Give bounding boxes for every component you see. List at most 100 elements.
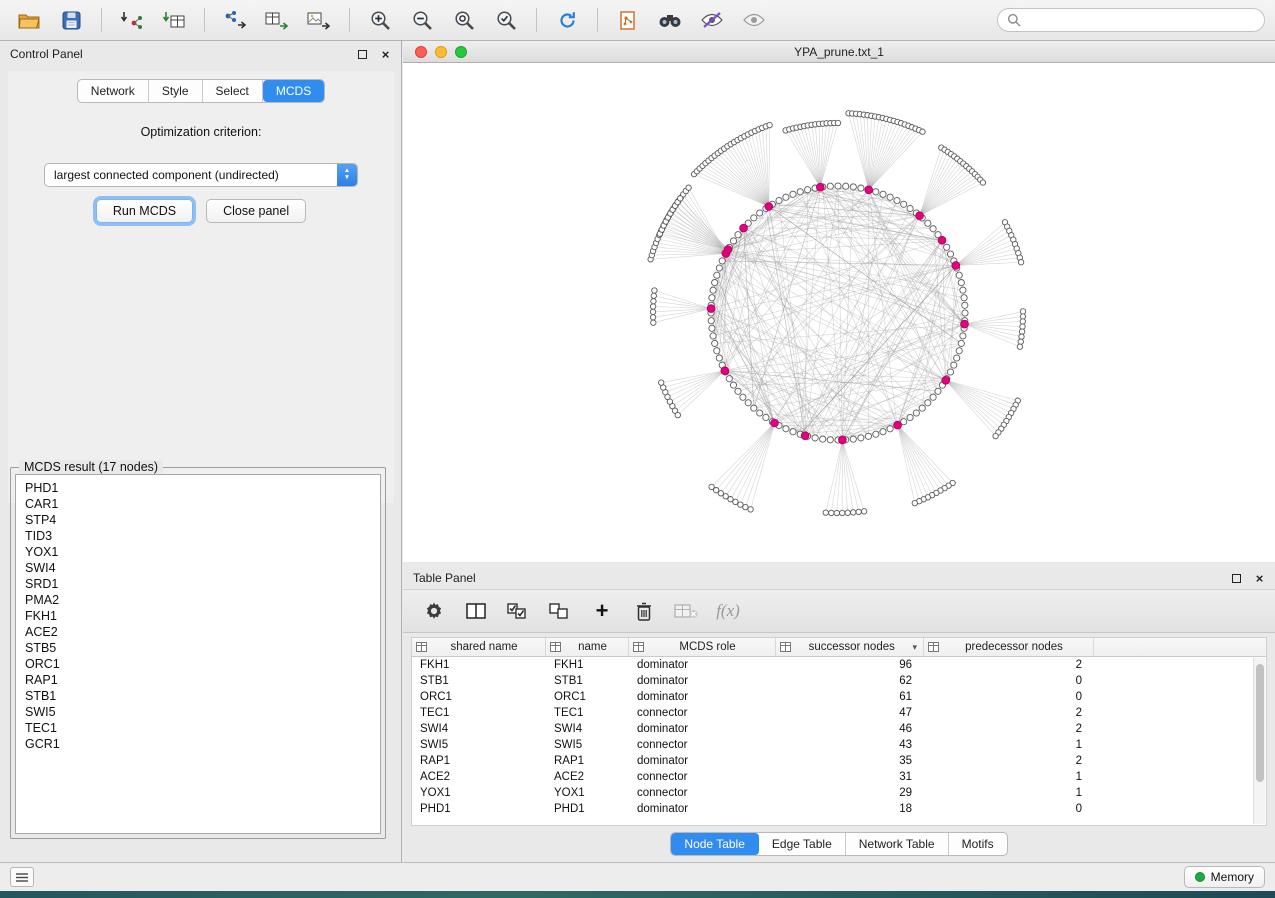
- table-panel: Table Panel ×: [403, 565, 1275, 862]
- mcds-result-item[interactable]: STB5: [25, 640, 380, 656]
- find-button[interactable]: [651, 5, 689, 35]
- zoom-out-button[interactable]: [403, 5, 441, 35]
- import-network-button[interactable]: [113, 5, 151, 35]
- mcds-result-item[interactable]: RAP1: [25, 672, 380, 688]
- mcds-result-item[interactable]: PHD1: [25, 480, 380, 496]
- deselect-all-rows-button[interactable]: [547, 598, 573, 624]
- mcds-result-item[interactable]: FKH1: [25, 608, 380, 624]
- show-columns-button[interactable]: [463, 598, 489, 624]
- close-panel-button[interactable]: Close panel: [206, 199, 306, 223]
- import-network-icon: [120, 10, 144, 30]
- cell-filler: [1094, 673, 1266, 689]
- mcds-result-item[interactable]: ACE2: [25, 624, 380, 640]
- cell-name: ORC1: [546, 689, 629, 705]
- export-image-button[interactable]: [300, 5, 338, 35]
- network-window-titlebar[interactable]: YPA_prune.txt_1: [403, 41, 1275, 63]
- mcds-result-item[interactable]: YOX1: [25, 544, 380, 560]
- table-row[interactable]: SWI5 SWI5 connector 43 1: [412, 737, 1266, 753]
- column-header-shared-name[interactable]: shared name: [412, 638, 546, 656]
- tab-motifs[interactable]: Motifs: [949, 833, 1007, 855]
- export-network-button[interactable]: [216, 5, 254, 35]
- close-panel-icon[interactable]: ×: [1254, 573, 1265, 584]
- float-panel-icon[interactable]: [357, 49, 368, 60]
- show-all-button[interactable]: [735, 5, 773, 35]
- table-row[interactable]: YOX1 YOX1 connector 29 1: [412, 785, 1266, 801]
- maximize-window-icon[interactable]: [455, 46, 467, 58]
- table-row[interactable]: SWI4 SWI4 dominator 46 2: [412, 721, 1266, 737]
- zoom-in-button[interactable]: [361, 5, 399, 35]
- export-table-button[interactable]: [258, 5, 296, 35]
- tab-select[interactable]: Select: [203, 80, 263, 102]
- hide-selected-button[interactable]: [693, 5, 731, 35]
- table-row[interactable]: FKH1 FKH1 dominator 96 2: [412, 657, 1266, 673]
- search-box[interactable]: [997, 8, 1265, 32]
- scrollbar-thumb[interactable]: [1256, 664, 1264, 782]
- memory-button[interactable]: Memory: [1184, 866, 1265, 888]
- mcds-result-item[interactable]: STP4: [25, 512, 380, 528]
- mcds-result-list[interactable]: PHD1 CAR1 STP4 TID3 YOX1 SWI4 SRD1 PMA2 …: [15, 474, 381, 834]
- tab-style[interactable]: Style: [149, 80, 203, 102]
- minimize-window-icon[interactable]: [435, 46, 447, 58]
- tab-network[interactable]: Network: [78, 80, 149, 102]
- table-row[interactable]: TEC1 TEC1 connector 47 2: [412, 705, 1266, 721]
- table-row[interactable]: RAP1 RAP1 dominator 35 2: [412, 753, 1266, 769]
- run-mcds-button[interactable]: Run MCDS: [96, 199, 193, 223]
- cell-filler: [1094, 721, 1266, 737]
- mcds-result-item[interactable]: SRD1: [25, 576, 380, 592]
- cell-filler: [1094, 705, 1266, 721]
- table-row[interactable]: ACE2 ACE2 connector 31 1: [412, 769, 1266, 785]
- mcds-result-item[interactable]: GCR1: [25, 736, 380, 752]
- network-canvas[interactable]: [403, 63, 1275, 562]
- tab-edge-table[interactable]: Edge Table: [759, 833, 846, 855]
- tab-mcds[interactable]: MCDS: [263, 80, 324, 102]
- open-file-button[interactable]: [10, 5, 48, 35]
- cell-successor-nodes: 96: [776, 657, 924, 673]
- table-row[interactable]: ORC1 ORC1 dominator 61 0: [412, 689, 1266, 705]
- table-settings-button[interactable]: [421, 598, 447, 624]
- float-panel-icon[interactable]: [1231, 573, 1242, 584]
- refresh-button[interactable]: [548, 5, 586, 35]
- binoculars-icon: [658, 13, 682, 28]
- mcds-result-item[interactable]: TEC1: [25, 720, 380, 736]
- table-vertical-scrollbar[interactable]: [1253, 658, 1265, 824]
- cell-predecessor-nodes: 0: [924, 689, 1094, 705]
- cell-successor-nodes: 31: [776, 769, 924, 785]
- zoom-fit-button[interactable]: [445, 5, 483, 35]
- clone-network-button[interactable]: [609, 5, 647, 35]
- column-header-name[interactable]: name: [546, 638, 629, 656]
- cell-mcds-role: connector: [629, 785, 776, 801]
- mcds-result-item[interactable]: SWI4: [25, 560, 380, 576]
- column-header-successor-nodes[interactable]: successor nodes ▾: [776, 638, 924, 656]
- optimization-criterion-dropdown[interactable]: largest connected component (undirected)…: [44, 163, 358, 187]
- column-header-predecessor-nodes[interactable]: predecessor nodes: [924, 638, 1094, 656]
- cell-successor-nodes: 29: [776, 785, 924, 801]
- table-row[interactable]: STB1 STB1 dominator 62 0: [412, 673, 1266, 689]
- mcds-result-item[interactable]: PMA2: [25, 592, 380, 608]
- table-row[interactable]: PHD1 PHD1 dominator 18 0: [412, 801, 1266, 817]
- mcds-result-title: MCDS result (17 nodes): [19, 460, 163, 474]
- trash-icon: [636, 602, 652, 621]
- mcds-result-item[interactable]: STB1: [25, 688, 380, 704]
- select-all-rows-button[interactable]: [505, 598, 531, 624]
- mcds-result-item[interactable]: CAR1: [25, 496, 380, 512]
- mcds-result-item[interactable]: ORC1: [25, 656, 380, 672]
- mcds-result-item[interactable]: TID3: [25, 528, 380, 544]
- table-panel-title: Table Panel: [413, 571, 476, 585]
- cell-filler: [1094, 785, 1266, 801]
- memory-status-icon: [1195, 872, 1205, 882]
- close-window-icon[interactable]: [415, 46, 427, 58]
- mcds-result-item[interactable]: SWI5: [25, 704, 380, 720]
- delete-column-button[interactable]: [631, 598, 657, 624]
- add-column-button[interactable]: +: [589, 598, 615, 624]
- tab-node-table[interactable]: Node Table: [671, 833, 759, 855]
- network-graph[interactable]: [403, 63, 1275, 562]
- search-input[interactable]: [1027, 12, 1255, 28]
- task-history-button[interactable]: [10, 867, 34, 887]
- save-session-button[interactable]: [52, 5, 90, 35]
- close-panel-icon[interactable]: ×: [380, 49, 391, 60]
- zoom-selected-button[interactable]: [487, 5, 525, 35]
- tab-network-table[interactable]: Network Table: [846, 833, 949, 855]
- cell-name: SWI4: [546, 721, 629, 737]
- import-table-button[interactable]: [155, 5, 193, 35]
- column-header-mcds-role[interactable]: MCDS role: [629, 638, 776, 656]
